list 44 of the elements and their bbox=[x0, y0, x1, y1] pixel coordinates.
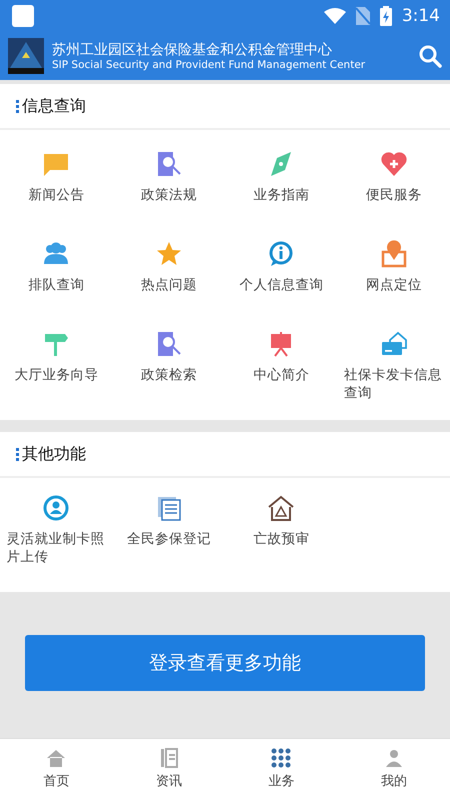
section-marker-icon bbox=[16, 448, 19, 460]
function-item[interactable]: 政策法规 bbox=[112, 136, 225, 226]
function-item[interactable]: 热点问题 bbox=[112, 226, 225, 316]
battery-icon bbox=[380, 6, 392, 26]
nav-tab[interactable]: 资讯 bbox=[112, 739, 225, 799]
function-item[interactable]: 中心简介 bbox=[225, 316, 338, 406]
function-item[interactable]: 排队查询 bbox=[0, 226, 112, 316]
nav-tab[interactable]: 首页 bbox=[0, 739, 112, 799]
function-item[interactable]: 个人信息查询 bbox=[225, 226, 338, 316]
function-item[interactable]: 大厅业务向导 bbox=[0, 316, 112, 406]
grid-icon bbox=[271, 748, 292, 768]
home-icon bbox=[46, 748, 66, 768]
function-item[interactable]: 便民服务 bbox=[338, 136, 450, 226]
section-title: 其他功能 bbox=[22, 444, 86, 464]
wifi-icon bbox=[324, 8, 346, 24]
info-icon bbox=[267, 240, 296, 268]
function-item[interactable]: 全民参保登记 bbox=[112, 490, 225, 580]
house-warning-icon bbox=[267, 494, 296, 522]
heart-icon bbox=[380, 150, 408, 178]
search-icon[interactable] bbox=[418, 44, 442, 68]
header-subtitle: SIP Social Security and Provident Fund Management Center bbox=[52, 59, 366, 71]
map-pin-icon bbox=[380, 240, 408, 268]
function-item[interactable]: 社保卡发卡信息查询 bbox=[338, 316, 450, 406]
star-icon bbox=[154, 240, 183, 268]
section-marker-icon bbox=[16, 100, 19, 112]
status-time: 3:14 bbox=[402, 6, 440, 26]
card-icon bbox=[380, 330, 408, 358]
function-item[interactable]: 网点定位 bbox=[338, 226, 450, 316]
nav-tab[interactable]: 我的 bbox=[338, 739, 450, 799]
function-item[interactable]: 新闻公告 bbox=[0, 136, 112, 226]
login-button[interactable]: 登录查看更多功能 bbox=[25, 635, 425, 691]
section-title: 信息查询 bbox=[22, 96, 86, 116]
function-item[interactable]: 政策检索 bbox=[112, 316, 225, 406]
function-item[interactable]: 亡故预审 bbox=[225, 490, 338, 580]
function-item[interactable]: 业务指南 bbox=[225, 136, 338, 226]
document-icon bbox=[158, 748, 179, 768]
user-icon bbox=[384, 748, 404, 768]
notification-icon bbox=[12, 5, 34, 27]
person-circle-icon bbox=[42, 494, 70, 522]
no-sim-icon bbox=[356, 7, 370, 25]
header-title: 苏州工业园区社会保险基金和公积金管理中心 bbox=[52, 41, 333, 59]
logo-icon bbox=[8, 38, 44, 74]
nav-tab[interactable]: 业务 bbox=[225, 739, 338, 799]
function-item[interactable]: 灵活就业制卡照片上传 bbox=[0, 490, 112, 580]
